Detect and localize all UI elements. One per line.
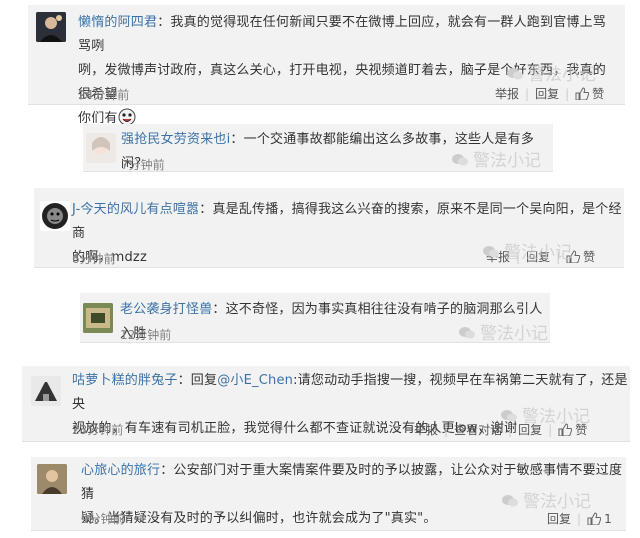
avatar[interactable]	[36, 12, 66, 42]
comment-card: 懒惰的阿四君：我真的觉得现在任何新闻只要不在微博上回应，就会有一群人跑到官博上骂…	[28, 5, 625, 126]
reply-button[interactable]: 回复	[547, 510, 571, 527]
comment-actions: 回复 | 1	[547, 510, 612, 527]
wechat-icon	[482, 244, 500, 258]
watermark: 警法小记	[506, 60, 596, 85]
comment-time: 7分钟前	[121, 158, 165, 172]
comment-actions: 举报 | 回复 | 赞	[495, 85, 605, 102]
wechat-icon	[458, 325, 476, 339]
avatar[interactable]	[37, 464, 67, 494]
comment-username[interactable]: 心旅心的旅行	[81, 463, 160, 478]
view-conversation-button[interactable]: 查看对话	[454, 421, 502, 438]
comment-time: 23分钟前	[72, 423, 124, 437]
wechat-icon	[501, 493, 519, 507]
watermark: 警法小记	[500, 402, 590, 427]
comment-time: 12分钟前	[120, 328, 172, 342]
report-button[interactable]: 举报	[414, 421, 438, 438]
reply-mention[interactable]: @小E_Chen	[217, 373, 293, 388]
comment-card: 心旅心的旅行：公安部门对于重大案情案件要及时的予以披露，让公众对于敏感事情不要过…	[31, 457, 626, 531]
like-button[interactable]: 1	[587, 512, 612, 526]
watermark: 警法小记	[458, 319, 548, 344]
thumbs-up-icon	[575, 87, 590, 101]
comment-card: 老公袭身打怪兽：这不奇怪，因为事实真相往往没有啃子的脑洞那么引人入胜 12分钟前…	[80, 293, 550, 344]
comment-username[interactable]: 咕萝卜糕的胖兔子	[72, 373, 178, 388]
comment-username[interactable]: 懒惰的阿四君	[78, 15, 157, 30]
avatar[interactable]	[83, 303, 113, 333]
comment-time: 6分钟前	[72, 252, 116, 266]
watermark: 警法小记	[451, 146, 541, 171]
wechat-icon	[500, 408, 518, 422]
thumbs-up-icon	[587, 512, 602, 526]
comment-card: 咕萝卜糕的胖兔子：回复@小E_Chen:请您动动手指搜一搜，视频早在车祸第二天就…	[22, 366, 630, 442]
reply-button[interactable]: 回复	[535, 85, 559, 102]
comment-time: 9分钟前	[81, 512, 125, 526]
comment-card: J-今天的风儿有点喧嚣：真是乱传播，搞得我这么兴奋的搜索，原来不是同一个吴向阳，…	[34, 188, 624, 268]
wechat-icon	[506, 66, 524, 80]
avatar[interactable]	[31, 376, 61, 406]
watermark: 警法小记	[482, 238, 572, 263]
comment-time: 24分钟前	[78, 88, 130, 102]
comment-username[interactable]: 强抢民女劳资来也i	[121, 132, 230, 147]
like-count: 1	[604, 512, 612, 526]
avatar[interactable]	[40, 201, 70, 231]
comment-card: 强抢民女劳资来也i：一个交通事故都能编出这么多故事，这些人是有多闲？ 7分钟前 …	[83, 124, 553, 172]
comment-username[interactable]: J-今天的风儿有点喧嚣	[72, 202, 199, 217]
avatar[interactable]	[86, 133, 116, 163]
wechat-icon	[451, 152, 469, 166]
comment-username[interactable]: 老公袭身打怪兽	[120, 302, 212, 317]
report-button[interactable]: 举报	[495, 85, 519, 102]
like-button[interactable]: 赞	[575, 85, 604, 102]
watermark: 警法小记	[501, 487, 591, 512]
